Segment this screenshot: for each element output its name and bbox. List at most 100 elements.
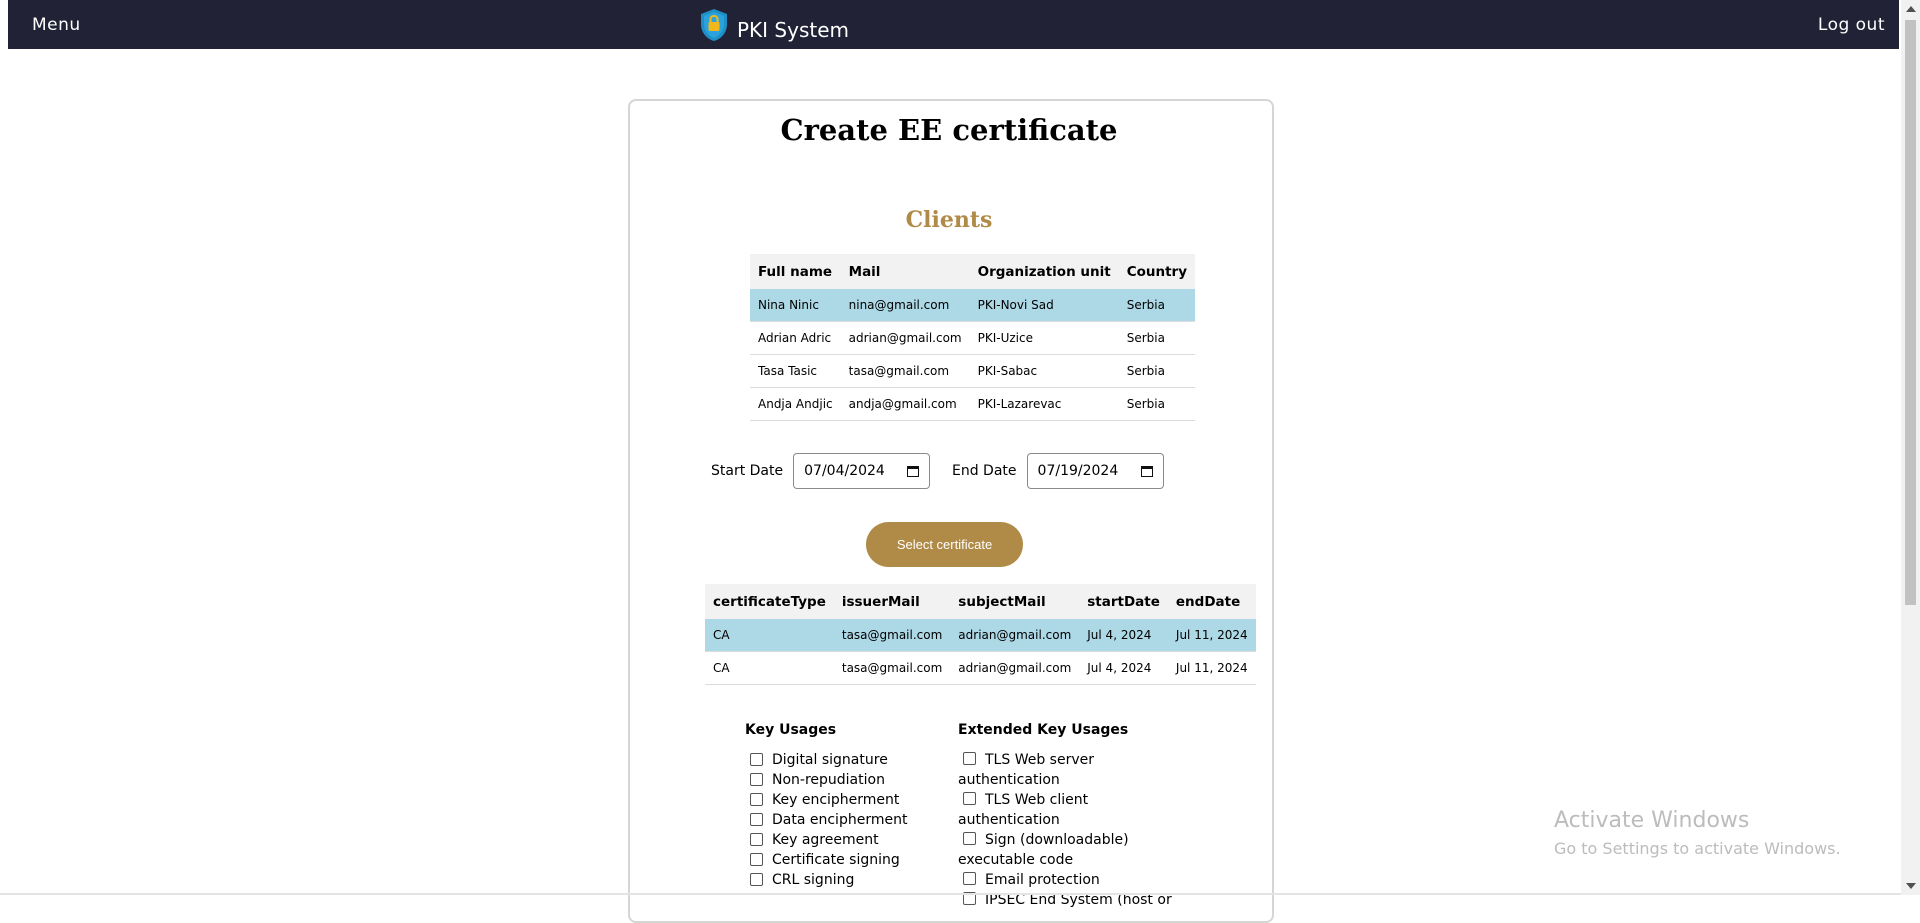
- checkbox[interactable]: [750, 813, 763, 826]
- column-header: Full name: [750, 254, 841, 289]
- checkbox[interactable]: [750, 833, 763, 846]
- top-navbar: Menu PKI System Log out: [8, 0, 1899, 49]
- column-header: endDate: [1167, 584, 1256, 619]
- extended-key-usages-heading: Extended Key Usages: [958, 722, 1129, 738]
- column-header: Mail: [840, 254, 970, 289]
- key-usage-option[interactable]: Key agreement: [745, 830, 907, 850]
- vertical-scrollbar[interactable]: [1901, 0, 1920, 895]
- option-label: Sign (downloadable) executable code: [958, 832, 1129, 868]
- certificate-row[interactable]: CA tasa@gmail.com adrian@gmail.com Jul 4…: [705, 651, 1256, 685]
- option-label: Digital signature: [772, 752, 888, 768]
- end-date-group: End Date 07/19/2024: [952, 453, 1164, 489]
- column-header: Country: [1118, 254, 1196, 289]
- checkbox[interactable]: [750, 853, 763, 866]
- client-row[interactable]: Andja Andjic andja@gmail.com PKI-Lazarev…: [750, 387, 1196, 421]
- start-date-label: Start Date: [711, 463, 784, 479]
- scroll-down-icon[interactable]: [1906, 883, 1916, 889]
- checkbox[interactable]: [750, 873, 763, 886]
- client-full-name: Nina Ninic: [750, 289, 841, 322]
- checkbox[interactable]: [963, 872, 976, 885]
- end-date: Jul 11, 2024: [1167, 651, 1256, 685]
- extended-key-usage-option[interactable]: TLS Web client authentication: [958, 790, 1188, 830]
- column-header: Organization unit: [969, 254, 1119, 289]
- subject-mail: adrian@gmail.com: [950, 651, 1080, 685]
- extended-key-usage-option[interactable]: Email protection: [958, 870, 1188, 890]
- option-label: Certificate signing: [772, 852, 900, 868]
- key-usage-option[interactable]: Non-repudiation: [745, 770, 907, 790]
- key-usage-option[interactable]: Certificate signing: [745, 850, 907, 870]
- client-row[interactable]: Adrian Adric adrian@gmail.com PKI-Uzice …: [750, 321, 1196, 355]
- extended-key-usages-section: Extended Key Usages TLS Web server authe…: [958, 722, 1188, 910]
- certificate-type: CA: [705, 651, 834, 685]
- certificates-header-row: certificateType issuerMail subjectMail s…: [705, 584, 1256, 619]
- client-org-unit: PKI-Novi Sad: [969, 289, 1119, 322]
- start-date: Jul 4, 2024: [1079, 651, 1168, 685]
- checkbox[interactable]: [963, 832, 976, 845]
- certificates-table: certificateType issuerMail subjectMail s…: [705, 584, 1256, 685]
- watermark-title: Activate Windows: [1554, 808, 1750, 833]
- logout-button[interactable]: Log out: [1818, 15, 1885, 35]
- checkbox[interactable]: [963, 752, 976, 765]
- certificate-type: CA: [705, 619, 834, 652]
- clients-heading: Clients: [905, 207, 993, 233]
- start-date-input[interactable]: 07/04/2024: [793, 453, 931, 489]
- client-mail: adrian@gmail.com: [840, 321, 970, 355]
- client-full-name: Tasa Tasic: [750, 354, 841, 388]
- key-usage-option[interactable]: Data encipherment: [745, 810, 907, 830]
- client-country: Serbia: [1118, 321, 1196, 355]
- client-mail: andja@gmail.com: [840, 387, 970, 421]
- key-usage-option[interactable]: CRL signing: [745, 870, 907, 890]
- watermark-subtitle: Go to Settings to activate Windows.: [1554, 839, 1841, 858]
- extended-key-usage-option[interactable]: TLS Web server authentication: [958, 750, 1188, 790]
- checkbox[interactable]: [963, 792, 976, 805]
- client-full-name: Adrian Adric: [750, 321, 841, 355]
- option-label: Non-repudiation: [772, 772, 885, 788]
- client-row[interactable]: Nina Ninic nina@gmail.com PKI-Novi Sad S…: [750, 289, 1196, 322]
- issuer-mail: tasa@gmail.com: [833, 619, 951, 652]
- key-usage-option[interactable]: Digital signature: [745, 750, 907, 770]
- option-label: Email protection: [985, 872, 1100, 888]
- client-country: Serbia: [1118, 354, 1196, 388]
- option-label: Data encipherment: [772, 812, 908, 828]
- extended-key-usage-option[interactable]: Sign (downloadable) executable code: [958, 830, 1188, 870]
- select-certificate-button[interactable]: Select certificate: [866, 522, 1023, 567]
- certificate-row[interactable]: CA tasa@gmail.com adrian@gmail.com Jul 4…: [705, 619, 1256, 652]
- option-label: TLS Web client authentication: [958, 792, 1089, 828]
- client-mail: tasa@gmail.com: [840, 354, 970, 388]
- scrollbar-thumb[interactable]: [1905, 20, 1916, 605]
- brand[interactable]: PKI System: [699, 8, 849, 42]
- start-date-group: Start Date 07/04/2024: [711, 453, 931, 489]
- windows-activation-watermark: Activate Windows Go to Settings to activ…: [1554, 808, 1841, 858]
- option-label: Key agreement: [772, 832, 879, 848]
- key-usages-section: Key Usages Digital signature Non-repudia…: [745, 722, 907, 890]
- column-header: startDate: [1079, 584, 1168, 619]
- end-date-input[interactable]: 07/19/2024: [1026, 453, 1164, 489]
- key-usages-heading: Key Usages: [745, 722, 837, 738]
- page-title: Create EE certificate: [780, 113, 1118, 147]
- key-usage-option[interactable]: Key encipherment: [745, 790, 907, 810]
- client-row[interactable]: Tasa Tasic tasa@gmail.com PKI-Sabac Serb…: [750, 354, 1196, 388]
- client-org-unit: PKI-Uzice: [969, 321, 1119, 355]
- scroll-up-icon[interactable]: [1906, 6, 1916, 12]
- checkbox[interactable]: [750, 793, 763, 806]
- calendar-icon[interactable]: [1140, 465, 1153, 477]
- client-org-unit: PKI-Sabac: [969, 354, 1119, 388]
- subject-mail: adrian@gmail.com: [950, 619, 1080, 652]
- column-header: subjectMail: [950, 584, 1080, 619]
- client-country: Serbia: [1118, 289, 1196, 322]
- menu-button[interactable]: Menu: [32, 15, 81, 35]
- end-date: Jul 11, 2024: [1167, 619, 1256, 652]
- calendar-icon[interactable]: [907, 465, 920, 477]
- start-date: Jul 4, 2024: [1079, 619, 1168, 652]
- start-date-value: 07/04/2024: [804, 463, 885, 479]
- end-date-value: 07/19/2024: [1037, 463, 1119, 479]
- client-org-unit: PKI-Lazarevac: [969, 387, 1119, 421]
- issuer-mail: tasa@gmail.com: [833, 651, 951, 685]
- column-header: issuerMail: [833, 584, 951, 619]
- checkbox[interactable]: [750, 753, 763, 766]
- checkbox[interactable]: [750, 773, 763, 786]
- client-country: Serbia: [1118, 387, 1196, 421]
- option-label: TLS Web server authentication: [958, 752, 1094, 788]
- client-full-name: Andja Andjic: [750, 387, 841, 421]
- option-label: CRL signing: [772, 872, 855, 888]
